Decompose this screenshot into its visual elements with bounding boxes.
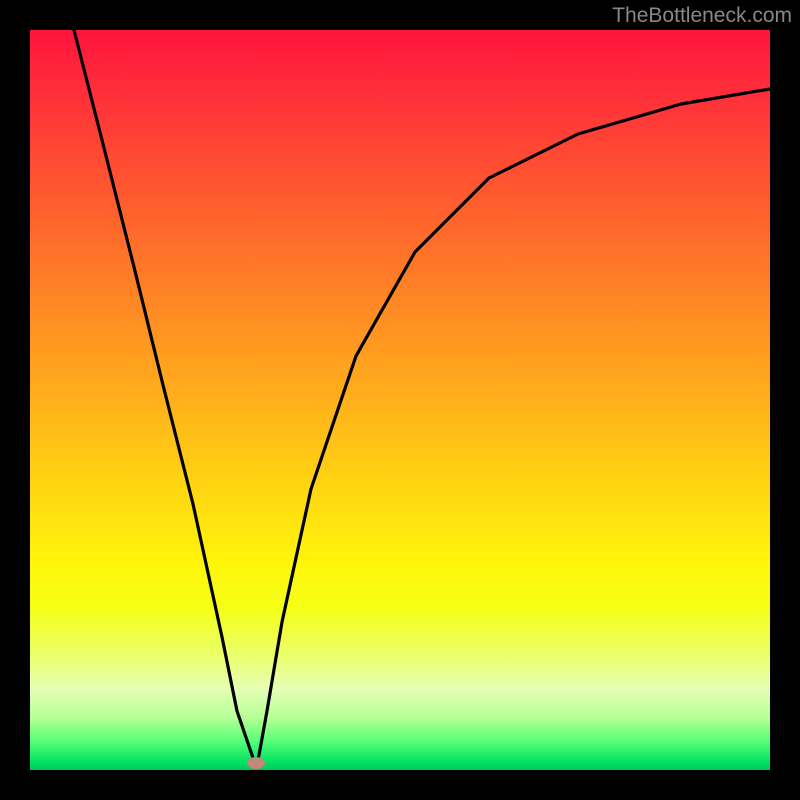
curve-svg <box>30 30 770 770</box>
bottleneck-curve <box>74 30 770 766</box>
minimum-marker <box>247 757 265 769</box>
plot-area <box>30 30 770 770</box>
chart-frame: TheBottleneck.com <box>0 0 800 800</box>
watermark-text: TheBottleneck.com <box>612 4 792 28</box>
